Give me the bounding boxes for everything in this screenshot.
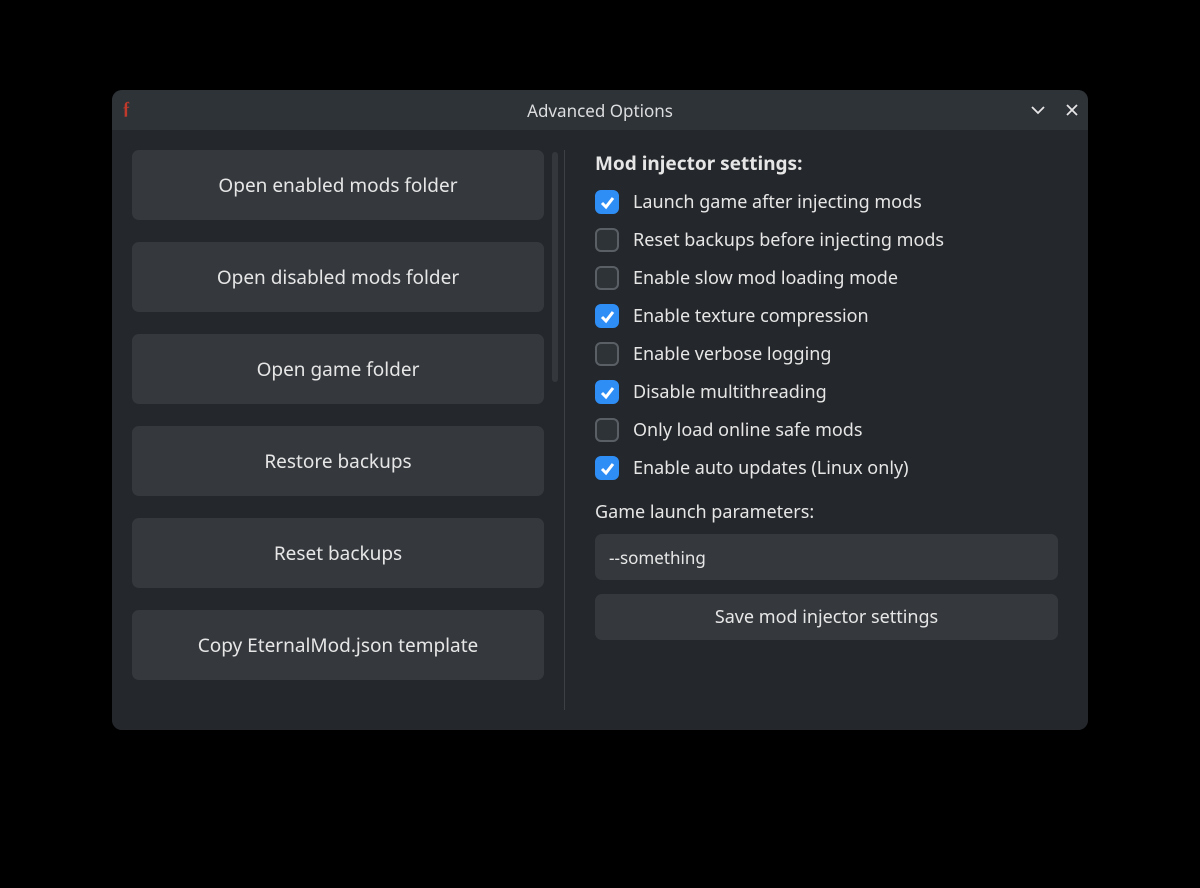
advanced-options-window: ƒ Advanced Options Open enabled mods fol… xyxy=(112,90,1088,730)
open-enabled-mods-folder-button[interactable]: Open enabled mods folder xyxy=(132,150,544,220)
window-title: Advanced Options xyxy=(527,99,673,122)
texture-compression-row[interactable]: Enable texture compression xyxy=(595,304,1058,328)
close-icon[interactable] xyxy=(1064,102,1080,118)
launch-after-inject-checkbox[interactable] xyxy=(595,190,619,214)
launch-after-inject-row[interactable]: Launch game after injecting mods xyxy=(595,190,1058,214)
disable-multithread-label: Disable multithreading xyxy=(633,380,827,404)
app-icon: ƒ xyxy=(121,97,133,119)
disable-multithread-checkbox[interactable] xyxy=(595,380,619,404)
auto-updates-linux-checkbox[interactable] xyxy=(595,456,619,480)
titlebar: ƒ Advanced Options xyxy=(112,90,1088,130)
vertical-divider xyxy=(564,150,565,710)
save-settings-button[interactable]: Save mod injector settings xyxy=(595,594,1058,640)
launch-params-input[interactable] xyxy=(595,534,1058,580)
texture-compression-label: Enable texture compression xyxy=(633,304,869,328)
open-game-folder-button[interactable]: Open game folder xyxy=(132,334,544,404)
reset-backups-button[interactable]: Reset backups xyxy=(132,518,544,588)
left-actions-panel: Open enabled mods folder Open disabled mo… xyxy=(132,150,544,680)
restore-backups-button[interactable]: Restore backups xyxy=(132,426,544,496)
verbose-logging-checkbox[interactable] xyxy=(595,342,619,366)
verbose-logging-label: Enable verbose logging xyxy=(633,342,831,366)
client-area: Open enabled mods folder Open disabled mo… xyxy=(112,130,1088,730)
slow-mod-loading-row[interactable]: Enable slow mod loading mode xyxy=(595,266,1058,290)
launch-params-label: Game launch parameters: xyxy=(595,500,1058,524)
online-safe-only-checkbox[interactable] xyxy=(595,418,619,442)
online-safe-only-row[interactable]: Only load online safe mods xyxy=(595,418,1058,442)
auto-updates-linux-row[interactable]: Enable auto updates (Linux only) xyxy=(595,456,1058,480)
reset-before-inject-row[interactable]: Reset backups before injecting mods xyxy=(595,228,1058,252)
reset-before-inject-checkbox[interactable] xyxy=(595,228,619,252)
online-safe-only-label: Only load online safe mods xyxy=(633,418,862,442)
verbose-logging-row[interactable]: Enable verbose logging xyxy=(595,342,1058,366)
launch-after-inject-label: Launch game after injecting mods xyxy=(633,190,922,214)
scrollbar[interactable] xyxy=(552,152,558,382)
disable-multithread-row[interactable]: Disable multithreading xyxy=(595,380,1058,404)
reset-before-inject-label: Reset backups before injecting mods xyxy=(633,228,944,252)
settings-panel: Mod injector settings: Launch game after… xyxy=(585,150,1068,710)
window-controls xyxy=(1030,90,1080,130)
texture-compression-checkbox[interactable] xyxy=(595,304,619,328)
open-disabled-mods-folder-button[interactable]: Open disabled mods folder xyxy=(132,242,544,312)
settings-checkboxes: Launch game after injecting mods Reset ba… xyxy=(595,190,1058,494)
minimize-icon[interactable] xyxy=(1030,102,1046,118)
settings-heading: Mod injector settings: xyxy=(595,150,1058,176)
copy-eternalmod-template-button[interactable]: Copy EternalMod.json template xyxy=(132,610,544,680)
slow-mod-loading-checkbox[interactable] xyxy=(595,266,619,290)
auto-updates-linux-label: Enable auto updates (Linux only) xyxy=(633,456,909,480)
slow-mod-loading-label: Enable slow mod loading mode xyxy=(633,266,898,290)
